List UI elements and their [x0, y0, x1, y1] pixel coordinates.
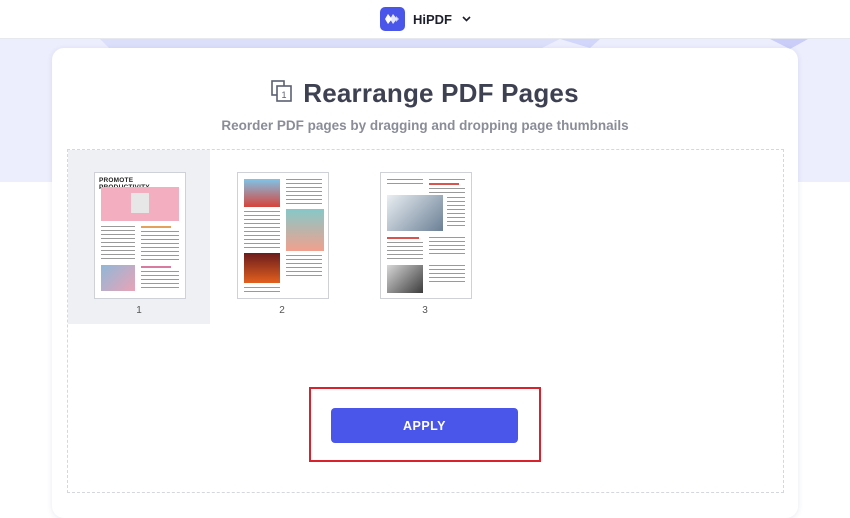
brand-name: HiPDF	[413, 11, 452, 27]
page-number: 1	[136, 305, 142, 316]
top-bar: HiPDF	[0, 0, 850, 39]
svg-text:1: 1	[282, 90, 287, 100]
page-image	[244, 179, 280, 207]
rearrange-pages-icon: 1	[271, 80, 293, 107]
page-image	[131, 193, 149, 213]
page-preview: PROMOTE PRODUCTIVITY	[94, 172, 186, 299]
page-image	[244, 253, 280, 283]
page-thumbnail-3[interactable]: 3	[354, 150, 496, 324]
page-subtitle: Reorder PDF pages by dragging and droppi…	[221, 118, 629, 133]
hipdf-logo-icon	[380, 7, 405, 31]
page-preview	[237, 172, 329, 299]
page-title: Rearrange PDF Pages	[303, 78, 579, 108]
page-number: 2	[279, 305, 285, 316]
page-image	[101, 265, 135, 291]
apply-button[interactable]: APPLY	[331, 408, 518, 443]
chevron-down-icon[interactable]	[462, 14, 471, 25]
page-image	[286, 209, 324, 251]
page-preview	[380, 172, 472, 299]
page-image	[387, 265, 423, 293]
page-number: 3	[422, 305, 428, 316]
page-thumbnail-1[interactable]: PROMOTE PRODUCTIVITY	[68, 150, 210, 324]
page-image	[387, 195, 443, 231]
page-thumbnail-2[interactable]: 2	[211, 150, 353, 324]
brand-switcher[interactable]: HiPDF	[380, 7, 471, 31]
title-row: 1 Rearrange PDF Pages	[0, 78, 850, 109]
